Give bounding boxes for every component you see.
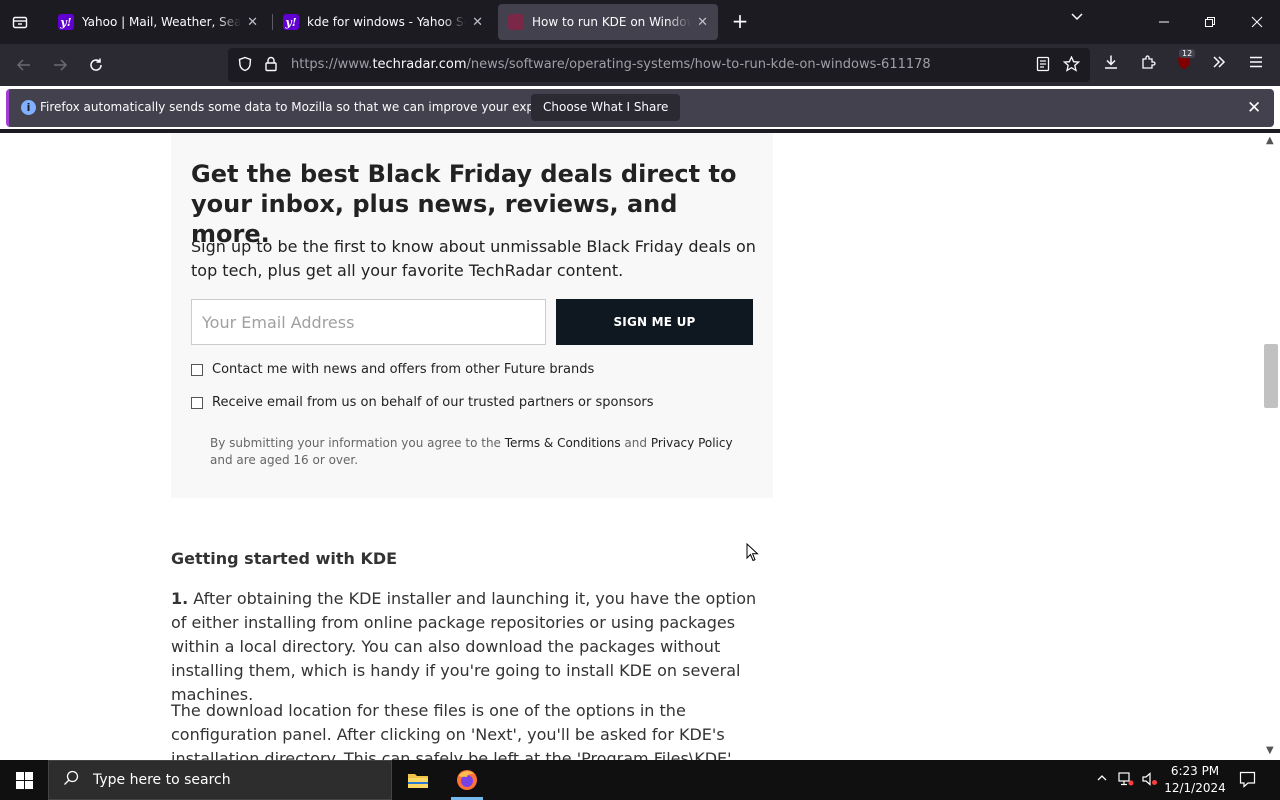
extensions-puzzle-icon[interactable]: [1137, 54, 1159, 74]
partners-checkbox[interactable]: [191, 396, 203, 409]
minimize-icon[interactable]: [1141, 0, 1187, 44]
search-placeholder: Type here to search: [93, 772, 231, 788]
newsletter-signup-box: Get the best Black Friday deals direct t…: [171, 133, 773, 498]
restore-icon[interactable]: [1187, 0, 1233, 44]
close-tab-icon[interactable]: ✕: [697, 15, 708, 30]
windows-logo-icon: [15, 771, 33, 789]
partners-label: Receive email from us on behalf of our t…: [212, 395, 654, 410]
forward-arrow-icon[interactable]: [46, 51, 74, 79]
close-tab-icon[interactable]: ✕: [472, 15, 483, 30]
notification-text: Firefox automatically sends some data to…: [40, 100, 583, 114]
techradar-favicon-icon: [508, 14, 524, 30]
future-brands-consent-row[interactable]: Contact me with news and offers from oth…: [191, 362, 594, 377]
search-icon: [63, 770, 79, 790]
start-button[interactable]: [0, 760, 48, 800]
paragraph-text: After obtaining the KDE installer and la…: [171, 589, 757, 704]
data-reporting-notification: i Firefox automatically sends some data …: [6, 89, 1274, 127]
mouse-cursor-icon: [746, 543, 759, 562]
legal-disclaimer: By submitting your information you agree…: [210, 435, 750, 469]
address-bar[interactable]: https://www.techradar.com/news/software/…: [228, 48, 1090, 82]
url-text[interactable]: https://www.techradar.com/news/software/…: [291, 57, 931, 72]
action-center-notifications-icon[interactable]: [1239, 771, 1256, 791]
partners-consent-row[interactable]: Receive email from us on behalf of our t…: [191, 395, 654, 410]
ublock-badge-count: 12: [1179, 49, 1196, 58]
page-viewport: Get the best Black Friday deals direct t…: [0, 133, 1262, 760]
clock-date: 12/1/2024: [1164, 781, 1226, 795]
url-path: /news/software/operating-systems/how-to-…: [466, 57, 931, 72]
tab-title: How to run KDE on Windows | Tec: [532, 15, 691, 29]
choose-what-i-share-button[interactable]: Choose What I Share: [531, 94, 681, 121]
downloads-icon[interactable]: [1100, 54, 1122, 74]
system-clock[interactable]: 6:23 PM 12/1/2024: [1160, 763, 1230, 797]
windows-taskbar: Type here to search 6:23 PM 12/1/2024: [0, 760, 1280, 800]
article-paragraph: The download location for these files is…: [171, 701, 732, 760]
tab-title: kde for windows - Yahoo Search: [307, 15, 466, 29]
url-prefix: https://www.: [291, 57, 373, 72]
url-domain: techradar.com: [372, 57, 467, 72]
email-field[interactable]: [191, 299, 546, 345]
tab-yahoo-mail[interactable]: y! Yahoo | Mail, Weather, Search, Po ✕: [48, 4, 268, 40]
info-icon: i: [21, 100, 36, 115]
close-icon[interactable]: ✕: [1247, 98, 1261, 118]
bookmark-star-icon[interactable]: [1062, 55, 1081, 76]
new-tab-plus-icon[interactable]: +: [728, 10, 752, 34]
firefox-view-icon[interactable]: [0, 0, 40, 44]
scrollbar-thumb[interactable]: [1264, 344, 1278, 408]
reload-icon[interactable]: [82, 51, 110, 79]
legal-text: and: [620, 436, 651, 450]
hamburger-menu-icon[interactable]: [1245, 54, 1267, 74]
scroll-up-arrow-icon[interactable]: ▲: [1266, 135, 1274, 146]
step-number: 1.: [171, 589, 189, 608]
scroll-down-arrow-icon[interactable]: ▼: [1266, 745, 1274, 756]
taskbar-search-box[interactable]: Type here to search: [48, 760, 392, 800]
reader-view-icon[interactable]: [1036, 56, 1050, 76]
tracking-protection-shield-icon[interactable]: [237, 56, 253, 76]
yahoo-favicon-icon: y!: [58, 14, 74, 30]
close-window-icon[interactable]: [1234, 0, 1280, 44]
terms-conditions-link[interactable]: Terms & Conditions: [505, 436, 621, 450]
tab-techradar-active[interactable]: How to run KDE on Windows | Tec ✕: [498, 4, 718, 40]
firefox-taskbar-icon[interactable]: [443, 760, 491, 800]
list-all-tabs-chevron-icon[interactable]: [1070, 11, 1084, 26]
navigation-toolbar: https://www.techradar.com/news/software/…: [0, 44, 1280, 86]
file-explorer-icon[interactable]: [394, 760, 442, 800]
clock-time: 6:23 PM: [1170, 764, 1220, 778]
volume-muted-icon[interactable]: [1142, 772, 1158, 789]
legal-text: and are aged 16 or over.: [210, 453, 359, 467]
overflow-chevrons-icon[interactable]: [1208, 54, 1230, 74]
article-paragraph: 1. After obtaining the KDE installer and…: [171, 587, 773, 707]
sign-me-up-button[interactable]: SIGN ME UP: [556, 299, 753, 345]
vertical-scrollbar[interactable]: ▲ ▼: [1262, 133, 1280, 760]
newsletter-description: Sign up to be the first to know about un…: [191, 237, 756, 280]
future-brands-label: Contact me with news and offers from oth…: [212, 362, 595, 377]
padlock-icon[interactable]: [264, 56, 278, 76]
show-hidden-icons-chevron-icon[interactable]: [1096, 772, 1108, 787]
yahoo-favicon-icon: y!: [283, 14, 299, 30]
tab-yahoo-search[interactable]: y! kde for windows - Yahoo Search ✕: [273, 4, 493, 40]
legal-text: By submitting your information you agree…: [210, 436, 505, 450]
back-arrow-icon[interactable]: [10, 51, 38, 79]
section-heading: Getting started with KDE: [171, 549, 398, 568]
close-tab-icon[interactable]: ✕: [247, 15, 258, 30]
privacy-policy-link[interactable]: Privacy Policy: [651, 436, 733, 450]
network-icon[interactable]: [1118, 772, 1134, 789]
future-brands-checkbox[interactable]: [191, 363, 203, 376]
tab-title: Yahoo | Mail, Weather, Search, Po: [82, 15, 242, 29]
